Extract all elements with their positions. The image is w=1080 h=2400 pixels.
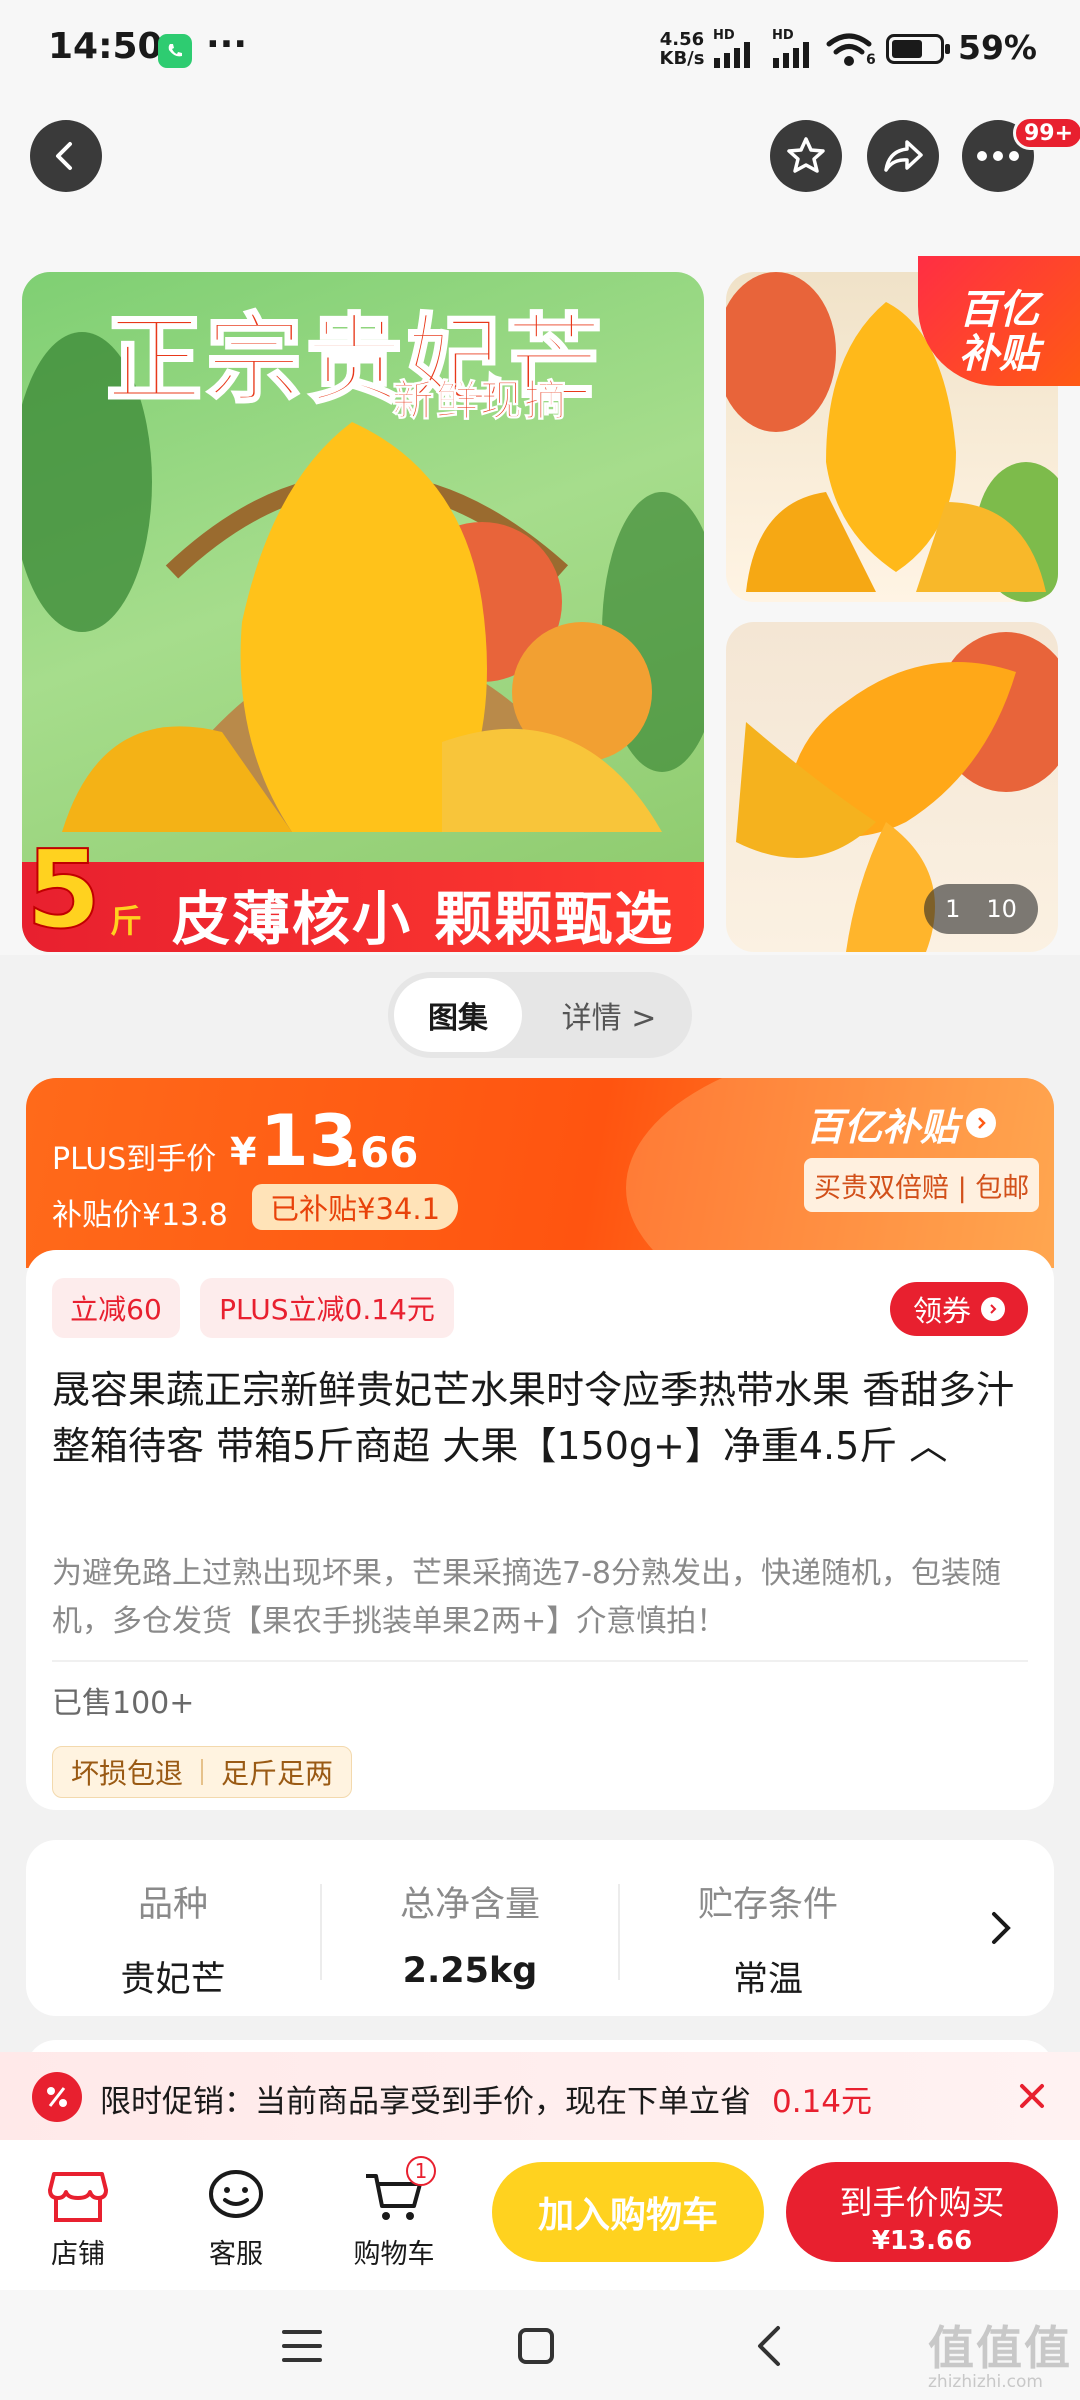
cart-count-badge: 1 xyxy=(406,2156,436,2186)
system-nav-bar: 值值值 zhizhizhi.com xyxy=(0,2290,1080,2400)
watermark-logo: 值值值 xyxy=(928,2321,1072,2375)
product-title[interactable]: 晟容果蔬正宗新鲜贵妃芒水果时令应季热带水果 香甜多汁 整箱待客 带箱5斤商超 大… xyxy=(52,1362,1028,1474)
status-more-icon: ··· xyxy=(206,24,248,65)
network-speed-value: 4.56 xyxy=(659,29,705,50)
back-button[interactable] xyxy=(30,120,102,192)
subsidized-amount: 已补贴¥34.1 xyxy=(252,1184,459,1230)
price-integer: 13 xyxy=(260,1100,358,1182)
signal-icon-1 xyxy=(714,42,750,68)
tab-service-label: 客服 xyxy=(209,2239,263,2270)
gallery[interactable]: 正宗贵妃芒 新鲜现摘 5 斤 皮薄核小 颗颗甄选 百亿 补贴 1 10 xyxy=(0,256,1080,955)
chevron-left-icon xyxy=(56,142,72,170)
tab-cart-label: 购物车 xyxy=(353,2239,435,2270)
chevron-right-circle-icon xyxy=(981,1297,1005,1321)
battery-percent: 59% xyxy=(958,28,1037,67)
main-product-image[interactable]: 正宗贵妃芒 新鲜现摘 5 斤 皮薄核小 颗颗甄选 xyxy=(22,272,704,952)
close-icon[interactable] xyxy=(1016,2080,1048,2112)
share-button[interactable] xyxy=(867,120,939,192)
menu-icon[interactable] xyxy=(280,2326,324,2366)
price-banner: PLUS到手价 ¥ 13 .66 补贴价¥13.8 已补贴¥34.1 百亿补贴 … xyxy=(26,1078,1054,1268)
shop-icon xyxy=(48,2172,108,2222)
spec-net-weight-label: 总净含量 xyxy=(399,1885,540,1925)
spec-storage: 贮存条件 常温 xyxy=(628,1876,908,2002)
tab-cart[interactable]: 购物车 xyxy=(334,2150,454,2271)
thumbnail-image-2[interactable]: 1 10 xyxy=(726,622,1058,952)
favorite-button[interactable] xyxy=(770,120,842,192)
star-icon xyxy=(787,137,825,173)
status-time: 14:50 xyxy=(48,26,163,67)
wifi-version: 6 xyxy=(866,52,876,68)
get-coupon-button[interactable]: 领券 xyxy=(890,1282,1028,1336)
weight-unit: 斤 xyxy=(110,902,143,940)
status-bar: 14:50 ··· 4.56 KB/s HD HD 6 59% xyxy=(0,0,1080,100)
add-to-cart-button[interactable]: 加入购物车 xyxy=(492,2162,764,2262)
brand-subsidy-label: 百亿补贴 xyxy=(806,1104,959,1149)
service-tag-1: 坏损包退 xyxy=(71,1757,184,1790)
promo-bar: 限时促销：当前商品享受到手价，现在下单立省 0.14元 xyxy=(0,2052,1080,2140)
network-speed-unit: KB/s xyxy=(659,48,705,69)
coupon-chip-2: PLUS立减0.14元 xyxy=(200,1278,454,1338)
main-banner-text: 皮薄核小 颗颗甄选 xyxy=(172,885,675,952)
product-card: 立减60 PLUS立减0.14元 领券 晟容果蔬正宗新鲜贵妃芒水果时令应季热带水… xyxy=(26,1250,1054,1810)
tab-customer-service[interactable]: 客服 xyxy=(176,2150,296,2271)
sold-count: 已售100+ xyxy=(52,1686,195,1721)
battery-icon xyxy=(886,34,950,64)
guarantee-tag: 买贵双倍赔 | 包邮 xyxy=(804,1158,1040,1212)
spec-storage-label: 贮存条件 xyxy=(697,1885,838,1925)
view-toggle: 图集 详情 > xyxy=(388,972,692,1058)
badge-line-1: 百亿 xyxy=(959,287,1039,333)
share-icon xyxy=(884,140,923,172)
weight-number: 5 xyxy=(25,827,102,952)
spec-storage-value: 常温 xyxy=(732,1960,803,2000)
price-currency: ¥ xyxy=(230,1130,257,1174)
buy-now-label: 到手价购买 xyxy=(839,2183,1005,2222)
customer-service-icon xyxy=(209,2170,263,2218)
brand-subsidy-link[interactable]: 百亿补贴 xyxy=(806,1098,997,1149)
spec-net-weight: 总净含量 2.25kg xyxy=(330,1876,610,1991)
promo-text: 限时促销：当前商品享受到手价，现在下单立省 xyxy=(100,2084,751,2120)
badge-line-2: 补贴 xyxy=(959,331,1039,377)
divider xyxy=(52,1660,1028,1662)
tab-shop[interactable]: 店铺 xyxy=(18,2150,138,2271)
back-icon[interactable] xyxy=(752,2324,788,2368)
promo-amount: 0.14元 xyxy=(772,2084,873,2120)
service-tag-2: 足斤足两 xyxy=(221,1757,334,1790)
signal-icon-2 xyxy=(773,42,809,68)
discount-icon xyxy=(32,2072,82,2122)
service-tags: 坏损包退 足斤足两 xyxy=(52,1746,353,1798)
page-indicator: 1 10 xyxy=(924,884,1038,934)
get-coupon-label: 领券 xyxy=(912,1294,971,1328)
page-indicator-current: 1 xyxy=(945,895,961,923)
subsidy-corner-badge: 百亿 补贴 xyxy=(918,256,1080,386)
more-dots-icon xyxy=(977,151,1019,161)
tab-shop-label: 店铺 xyxy=(51,2239,105,2270)
tab-details[interactable]: 详情 > xyxy=(534,978,684,1052)
main-image-banner: 5 斤 皮薄核小 颗颗甄选 xyxy=(22,827,704,952)
home-icon[interactable] xyxy=(516,2326,556,2366)
spec-variety: 品种 贵妃芒 xyxy=(33,1876,313,2002)
spec-variety-value: 贵妃芒 xyxy=(120,1960,226,2000)
subsidy-price: 补贴价¥13.8 xyxy=(52,1198,228,1233)
main-image-subtitle: 新鲜现摘 xyxy=(391,376,569,426)
message-badge: 99+ xyxy=(1013,116,1080,150)
chevron-right-circle-icon xyxy=(966,1108,997,1138)
price-decimal: .66 xyxy=(344,1128,419,1177)
plus-price-label: PLUS到手价 xyxy=(52,1142,217,1177)
spec-net-weight-value: 2.25kg xyxy=(402,1951,538,1991)
page-indicator-total: 10 xyxy=(986,895,1017,923)
spec-divider xyxy=(320,1884,322,1980)
tab-gallery[interactable]: 图集 xyxy=(394,978,522,1052)
coupon-chip-1: 立减60 xyxy=(52,1278,180,1338)
watermark-site: zhizhizhi.com xyxy=(928,2372,1043,2392)
product-note: 为避免路上过熟出现坏果，芒果采摘选7-8分熟发出，快递随机，包装随机，多仓发货【… xyxy=(52,1556,1001,1639)
network-speed: 4.56 KB/s xyxy=(656,30,708,68)
chevron-right-icon[interactable] xyxy=(986,1908,1016,1948)
phone-call-icon xyxy=(158,34,192,68)
spec-divider xyxy=(618,1884,620,1980)
buy-now-button[interactable]: 到手价购买 ¥13.66 xyxy=(786,2162,1058,2262)
buy-now-price: ¥13.66 xyxy=(871,2226,973,2256)
spec-variety-label: 品种 xyxy=(137,1885,208,1925)
